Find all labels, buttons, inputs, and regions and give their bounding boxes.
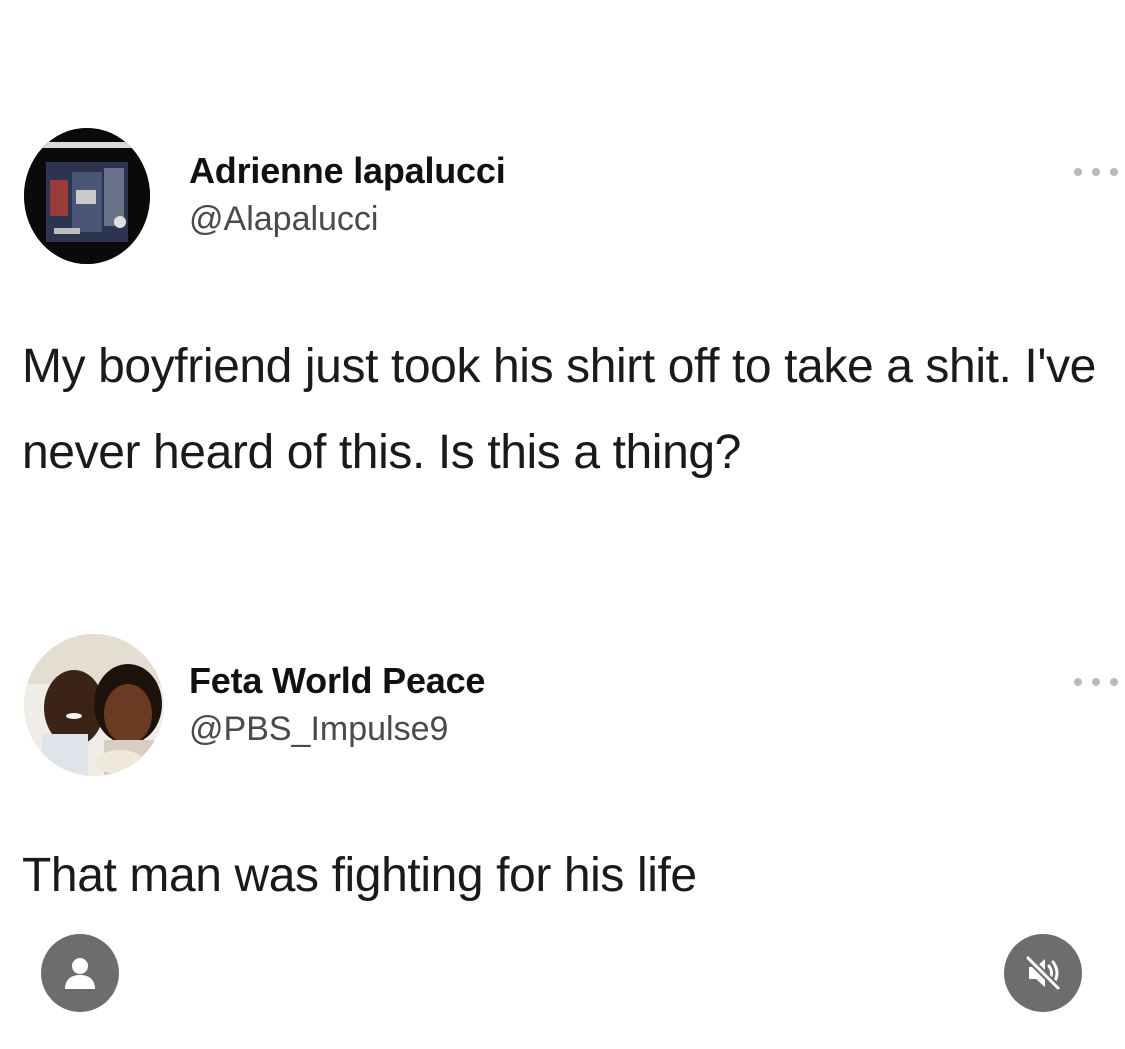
couple-photo-avatar-icon [24,634,164,776]
more-options-button[interactable] [1074,676,1118,688]
tweet-text: That man was fighting for his life [22,849,697,902]
more-dot-icon [1092,678,1100,686]
more-dot-icon [1074,678,1082,686]
more-dot-icon [1110,678,1118,686]
muted-speaker-icon [1024,954,1062,992]
author-name[interactable]: Feta World Peace [189,660,485,702]
author-handle[interactable]: @PBS_Impulse9 [189,710,448,749]
user-tag-button[interactable] [41,934,119,1012]
avatar[interactable] [24,634,164,776]
mute-button[interactable] [1004,934,1082,1012]
tweet-2: Feta World Peace @PBS_Impulse9 That man … [0,0,1125,1049]
user-icon [65,958,95,989]
